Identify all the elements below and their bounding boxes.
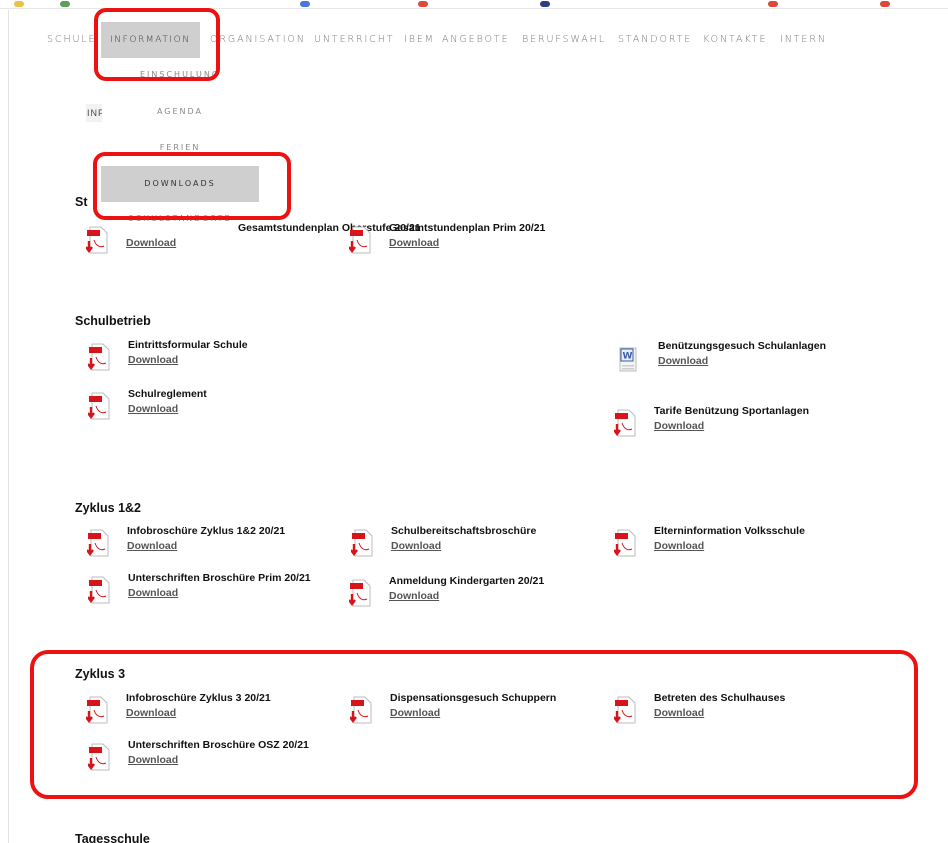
nav-item-schule[interactable]: SCHULE — [47, 22, 96, 58]
pdf-file-icon[interactable] — [351, 529, 373, 557]
download-title: Gesamtstundenplan Prim 20/21 — [389, 222, 546, 234]
dropdown-item-agenda[interactable]: AGENDA — [101, 94, 259, 130]
download-link[interactable]: Download — [127, 540, 177, 552]
pdf-file-icon[interactable] — [88, 343, 110, 371]
section-title-schulbetrieb: Schulbetrieb — [75, 314, 151, 328]
download-title: Benützungsgesuch Schulanlagen — [658, 340, 827, 352]
bookmark-icon[interactable] — [14, 1, 24, 7]
download-item: Tarife Benützung Sportanlagen Download — [614, 405, 864, 441]
download-item: Eintrittsformular Schule Download — [88, 339, 338, 375]
dropdown-item-einschulung[interactable]: EINSCHULUNG — [101, 68, 259, 82]
download-item: Dispensationsgesuch Schuppern Download — [350, 692, 600, 728]
nav-item-ibem[interactable]: IBEM — [404, 22, 435, 58]
nav-item-intern[interactable]: INTERN — [780, 22, 827, 58]
nav-item-unterricht[interactable]: UNTERRICHT — [314, 22, 394, 58]
download-item: Gesamtstundenplan Oberstufe 20/21 Downlo… — [86, 222, 421, 258]
download-link[interactable]: Download — [391, 540, 441, 552]
breadcrumb: INF — [86, 104, 102, 122]
download-link[interactable]: Download — [390, 707, 440, 719]
download-link[interactable]: Download — [654, 540, 704, 552]
download-item: Unterschriften Broschüre OSZ 20/21 Downl… — [88, 739, 338, 775]
bookmark-icon[interactable] — [60, 1, 70, 7]
bookmark-icon[interactable] — [300, 1, 310, 7]
nav-item-organisation[interactable]: ORGANISATION — [210, 22, 306, 58]
download-link[interactable]: Download — [654, 420, 704, 432]
word-document-icon[interactable]: W — [618, 344, 640, 372]
bookmark-icon[interactable] — [768, 1, 778, 7]
page-border — [8, 10, 9, 843]
download-link[interactable]: Download — [389, 590, 439, 602]
main-navigation: SCHULE INFORMATION ORGANISATION UNTERRIC… — [0, 22, 948, 58]
download-item: Infobroschüre Zyklus 1&2 20/21 Download — [87, 525, 337, 561]
download-item: Gesamtstundenplan Prim 20/21 Download — [349, 222, 609, 258]
nav-item-standorte[interactable]: STANDORTE — [618, 22, 692, 58]
download-link[interactable]: Download — [126, 707, 176, 719]
bookmark-icon[interactable] — [880, 1, 890, 7]
information-dropdown-menu: EINSCHULUNG AGENDA FERIEN DOWNLOADS SCHU… — [101, 58, 259, 228]
browser-bookmarks-strip — [0, 0, 948, 9]
download-item: Schulreglement Download — [88, 388, 338, 424]
download-title: Eintrittsformular Schule — [128, 339, 248, 351]
download-title: Anmeldung Kindergarten 20/21 — [389, 575, 545, 587]
download-title: Schulbereitschaftsbroschüre — [391, 525, 537, 537]
nav-item-kontakte[interactable]: KONTAKTE — [703, 22, 767, 58]
download-link[interactable]: Download — [126, 237, 176, 249]
nav-item-information[interactable]: INFORMATION — [101, 22, 200, 58]
dropdown-item-ferien[interactable]: FERIEN — [101, 130, 259, 166]
pdf-file-icon[interactable] — [86, 226, 108, 254]
download-title: Tarife Benützung Sportanlagen — [654, 405, 809, 417]
download-title: Unterschriften Broschüre OSZ 20/21 — [128, 739, 309, 751]
section-title-zyklus-3: Zyklus 3 — [75, 667, 126, 681]
download-link[interactable]: Download — [128, 403, 178, 415]
download-title: Infobroschüre Zyklus 3 20/21 — [126, 692, 271, 704]
section-title-stundenplan: St — [75, 195, 88, 209]
download-item: Elterninformation Volksschule Download — [614, 525, 864, 561]
pdf-file-icon[interactable] — [88, 743, 110, 771]
pdf-file-icon[interactable] — [87, 529, 109, 557]
download-title: Elterninformation Volksschule — [654, 525, 805, 537]
pdf-file-icon[interactable] — [88, 392, 110, 420]
download-link[interactable]: Download — [128, 754, 178, 766]
pdf-file-icon[interactable] — [349, 226, 371, 254]
download-link[interactable]: Download — [654, 707, 704, 719]
download-link[interactable]: Download — [389, 237, 439, 249]
download-item: Betreten des Schulhauses Download — [614, 692, 864, 728]
download-title: Schulreglement — [128, 388, 207, 400]
bookmark-icon[interactable] — [418, 1, 428, 7]
download-item: Infobroschüre Zyklus 3 20/21 Download — [86, 692, 336, 728]
pdf-file-icon[interactable] — [349, 579, 371, 607]
svg-text:W: W — [623, 352, 633, 362]
download-title: Infobroschüre Zyklus 1&2 20/21 — [127, 525, 286, 537]
download-title: Dispensationsgesuch Schuppern — [390, 692, 557, 704]
pdf-file-icon[interactable] — [350, 696, 372, 724]
pdf-file-icon[interactable] — [614, 529, 636, 557]
bookmark-icon[interactable] — [540, 1, 550, 7]
download-title: Betreten des Schulhauses — [654, 692, 786, 704]
download-link[interactable]: Download — [128, 354, 178, 366]
download-title: Unterschriften Broschüre Prim 20/21 — [128, 572, 311, 584]
nav-item-angebote[interactable]: ANGEBOTE — [442, 22, 510, 58]
dropdown-item-downloads[interactable]: DOWNLOADS — [101, 166, 259, 202]
pdf-file-icon[interactable] — [86, 696, 108, 724]
pdf-file-icon[interactable] — [614, 409, 636, 437]
download-item: Schulbereitschaftsbroschüre Download — [351, 525, 601, 561]
section-title-zyklus-1-2: Zyklus 1&2 — [75, 501, 142, 515]
download-item: Unterschriften Broschüre Prim 20/21 Down… — [88, 572, 338, 608]
pdf-file-icon[interactable] — [614, 696, 636, 724]
download-link[interactable]: Download — [128, 587, 178, 599]
nav-item-berufswahl[interactable]: BERUFSWAHL — [522, 22, 606, 58]
download-item: Anmeldung Kindergarten 20/21 Download — [349, 575, 599, 611]
download-link[interactable]: Download — [658, 355, 708, 367]
download-item: W Benützungsgesuch Schulanlagen Download — [618, 340, 868, 376]
pdf-file-icon[interactable] — [88, 576, 110, 604]
section-title-tagesschule: Tagesschule — [75, 832, 150, 843]
